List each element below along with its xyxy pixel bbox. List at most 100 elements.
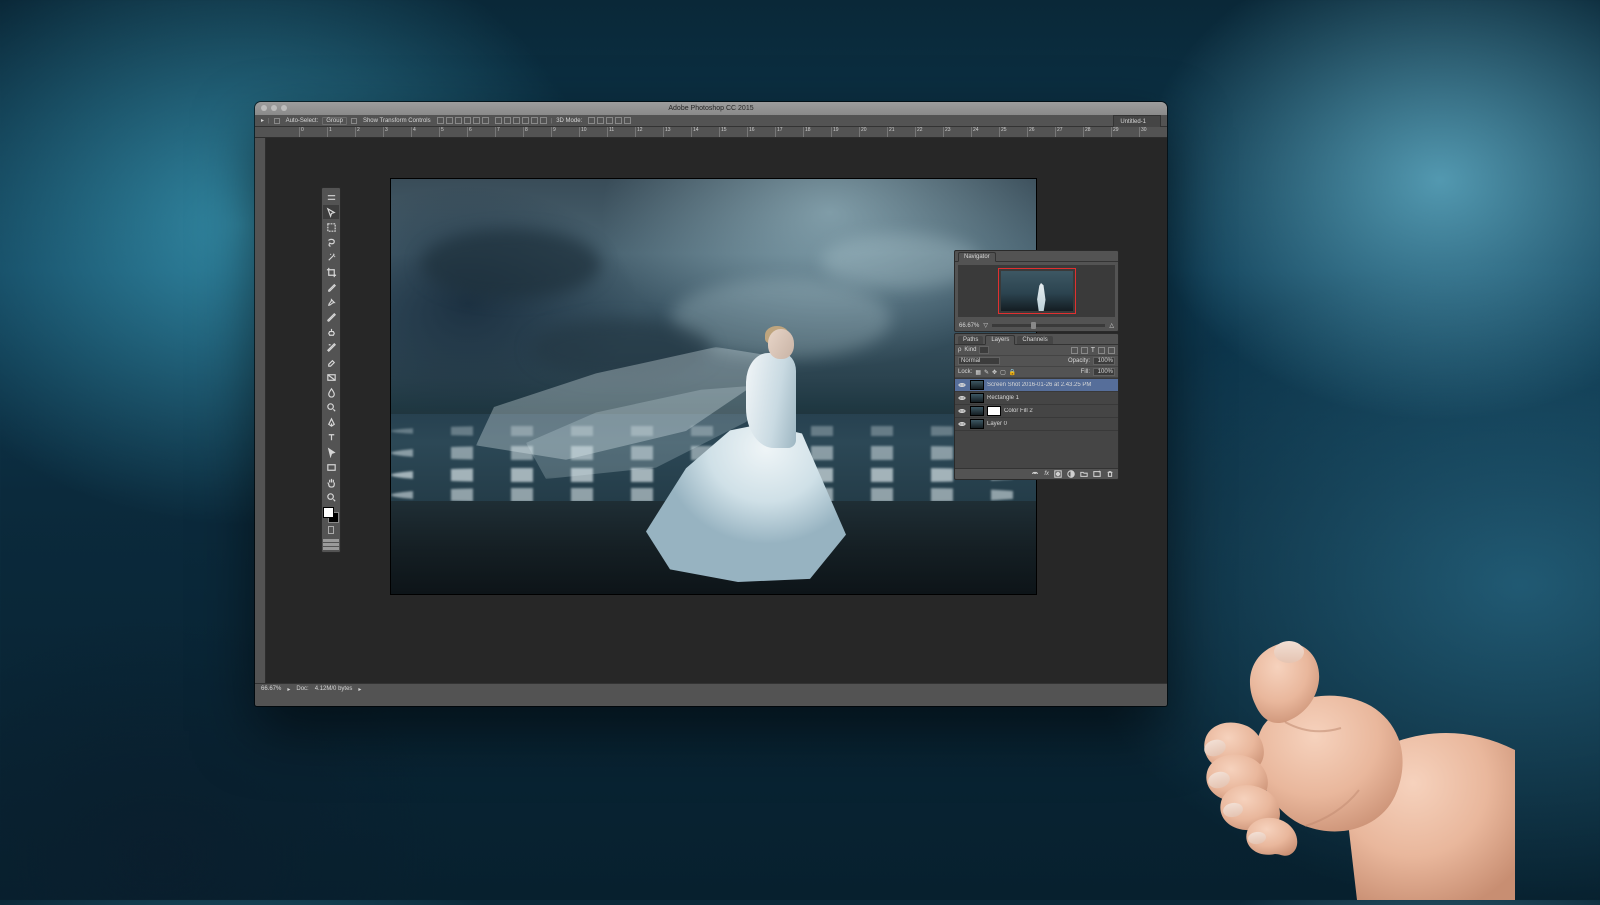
layer-mask-thumbnail[interactable] [987, 406, 1001, 416]
zoom-in-icon[interactable]: △ [1109, 322, 1114, 329]
lock-position-icon[interactable]: ✥ [992, 369, 997, 376]
minimize-window-icon[interactable] [271, 105, 277, 111]
zoom-slider[interactable] [992, 324, 1105, 327]
hand-tool[interactable] [323, 475, 339, 489]
distribute-bottom-icon[interactable] [513, 117, 520, 124]
color-swatches[interactable] [323, 507, 339, 523]
filter-pixel-icon[interactable] [1071, 347, 1078, 354]
mask-icon[interactable] [1054, 470, 1062, 478]
paths-tab[interactable]: Paths [958, 336, 983, 344]
layer-thumbnail[interactable] [970, 393, 984, 403]
layer-name[interactable]: Layer 0 [987, 421, 1007, 427]
blend-mode-dropdown[interactable]: Normal [958, 357, 1000, 365]
filter-smart-icon[interactable] [1108, 347, 1115, 354]
visibility-toggle-icon[interactable] [957, 419, 967, 429]
status-chevron-icon-2[interactable]: ▸ [358, 686, 361, 693]
lock-artboard-icon[interactable]: ▢ [1000, 369, 1006, 376]
history-brush-tool[interactable] [323, 340, 339, 354]
zoom-out-icon[interactable]: ▽ [983, 322, 988, 329]
document-tab[interactable]: Untitled-1 [1113, 115, 1161, 127]
dodge-tool[interactable] [323, 400, 339, 414]
rectangular-marquee-tool[interactable] [323, 220, 339, 234]
new-layer-icon[interactable] [1093, 470, 1101, 478]
eyedropper-tool[interactable] [323, 280, 339, 294]
lock-pixels-icon[interactable]: ✎ [984, 369, 989, 376]
visibility-toggle-icon[interactable] [957, 393, 967, 403]
close-window-icon[interactable] [261, 105, 267, 111]
clone-stamp-tool[interactable] [323, 325, 339, 339]
distribute-top-icon[interactable] [495, 117, 502, 124]
layer-thumbnail[interactable] [970, 406, 984, 416]
layer-row[interactable]: Rectangle 1 [955, 391, 1118, 404]
path-selection-tool[interactable] [323, 445, 339, 459]
3d-slide-icon[interactable] [615, 117, 622, 124]
filter-adjustment-icon[interactable] [1081, 347, 1088, 354]
horizontal-ruler: 0123456789101112131415161718192021222324… [255, 127, 1167, 138]
rectangle-tool[interactable] [323, 460, 339, 474]
distribute-hcenter-icon[interactable] [531, 117, 538, 124]
eraser-tool[interactable] [323, 355, 339, 369]
fill-field[interactable]: 100% [1093, 368, 1115, 376]
navigator-tab[interactable]: Navigator [958, 252, 996, 262]
channels-tab[interactable]: Channels [1017, 336, 1052, 344]
layer-name[interactable]: Color Fill 2 [1004, 408, 1033, 414]
foreground-color-swatch[interactable] [323, 507, 334, 518]
group-icon[interactable] [1080, 470, 1088, 478]
filter-type-icon[interactable]: T [1091, 347, 1095, 354]
blur-tool[interactable] [323, 385, 339, 399]
layers-tab[interactable]: Layers [985, 335, 1015, 345]
link-layers-icon[interactable] [1031, 470, 1039, 478]
3d-zoom-icon[interactable] [624, 117, 631, 124]
lock-all-icon[interactable]: 🔒 [1009, 369, 1016, 376]
spot-healing-brush-tool[interactable] [323, 295, 339, 309]
brush-tool[interactable] [323, 310, 339, 324]
screen-mode-toggle[interactable] [323, 539, 339, 550]
status-zoom[interactable]: 66.67% [261, 686, 281, 692]
fx-icon[interactable]: fx [1044, 471, 1049, 477]
3d-roll-icon[interactable] [597, 117, 604, 124]
layer-thumbnail[interactable] [970, 419, 984, 429]
align-hcenter-icon[interactable] [473, 117, 480, 124]
adjustment-icon[interactable] [1067, 470, 1075, 478]
quick-mask-toggle[interactable] [323, 526, 339, 536]
crop-tool[interactable] [323, 265, 339, 279]
zoom-tool[interactable] [323, 490, 339, 504]
align-top-icon[interactable] [437, 117, 444, 124]
align-vcenter-icon[interactable] [446, 117, 453, 124]
lock-transparency-icon[interactable]: ▦ [975, 369, 981, 376]
3d-orbit-icon[interactable] [588, 117, 595, 124]
lasso-tool[interactable] [323, 235, 339, 249]
distribute-right-icon[interactable] [540, 117, 547, 124]
show-transform-checkbox[interactable] [351, 118, 357, 124]
layer-name[interactable]: Rectangle 1 [987, 395, 1019, 401]
type-tool[interactable] [323, 430, 339, 444]
move-tool[interactable] [323, 205, 339, 219]
layer-thumbnail[interactable] [970, 380, 984, 390]
status-chevron-icon[interactable]: ▸ [287, 686, 290, 693]
tools-grip-icon[interactable] [323, 190, 339, 204]
align-left-icon[interactable] [464, 117, 471, 124]
trash-icon[interactable] [1106, 470, 1114, 478]
filter-kind-dropdown[interactable] [979, 346, 989, 354]
auto-select-checkbox[interactable] [274, 118, 280, 124]
visibility-toggle-icon[interactable] [957, 406, 967, 416]
layer-row[interactable]: Screen Shot 2016-01-26 at 2.43.25 PM [955, 378, 1118, 391]
distribute-left-icon[interactable] [522, 117, 529, 124]
opacity-field[interactable]: 100% [1093, 357, 1115, 365]
align-bottom-icon[interactable] [455, 117, 462, 124]
gradient-tool[interactable] [323, 370, 339, 384]
maximize-window-icon[interactable] [281, 105, 287, 111]
3d-pan-icon[interactable] [606, 117, 613, 124]
pen-tool[interactable] [323, 415, 339, 429]
filter-shape-icon[interactable] [1098, 347, 1105, 354]
navigator-preview[interactable] [958, 265, 1115, 317]
layer-row[interactable]: Color Fill 2 [955, 404, 1118, 417]
layer-row[interactable]: Layer 0 [955, 417, 1118, 430]
canvas[interactable] [391, 179, 1036, 594]
visibility-toggle-icon[interactable] [957, 380, 967, 390]
align-right-icon[interactable] [482, 117, 489, 124]
layer-name[interactable]: Screen Shot 2016-01-26 at 2.43.25 PM [987, 382, 1091, 388]
auto-select-dropdown[interactable]: Group [322, 117, 347, 125]
distribute-vcenter-icon[interactable] [504, 117, 511, 124]
magic-wand-tool[interactable] [323, 250, 339, 264]
